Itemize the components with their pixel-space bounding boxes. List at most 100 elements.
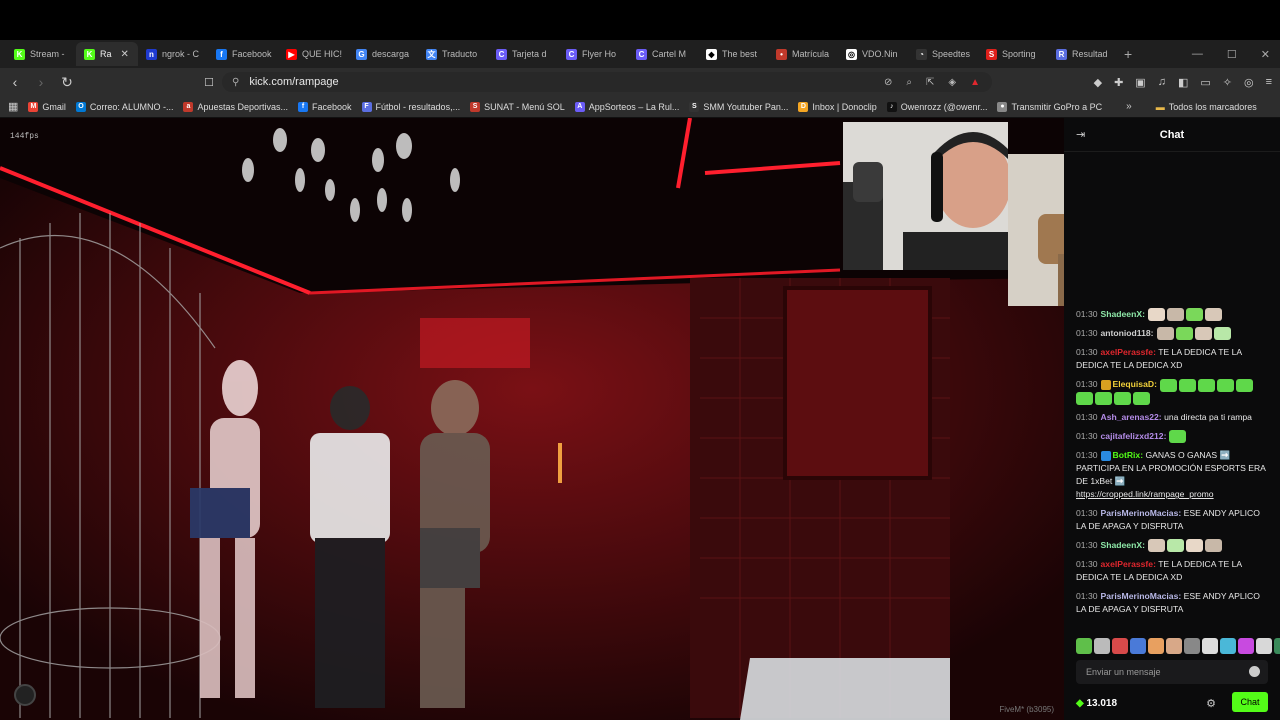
chat-message: 01:30 cajitafelizxd212: [1076, 430, 1270, 444]
webcam-streamer [843, 122, 1008, 270]
message-username[interactable]: ShadeenX: [1101, 540, 1145, 550]
message-username[interactable]: ParisMerinoMacias: [1101, 508, 1182, 518]
bookmark-item[interactable]: ♪ Owenrozz (@owenr... [886, 101, 988, 112]
url-field[interactable]: ⚲ kick.com/rampage ⊘ ⌕ ⇱ ◈ ▲ [222, 72, 992, 92]
tab-6[interactable]: 文 Traducto [418, 42, 488, 66]
tab-9[interactable]: C Cartel M [628, 42, 698, 66]
bookmark-item[interactable]: O Correo: ALUMNO -... [75, 101, 173, 112]
new-tab-icon[interactable]: + [1124, 46, 1132, 62]
message-username[interactable]: cajitafelizxd212: [1101, 431, 1167, 441]
bookmark-icon[interactable]: ☐ [198, 76, 220, 89]
message-link[interactable]: https://cropped.link/rampage_promo [1076, 489, 1214, 499]
quick-emote-icon[interactable] [1238, 638, 1254, 654]
close-window-icon[interactable]: ✕ [1261, 48, 1270, 61]
quick-emote-icon[interactable] [1076, 638, 1092, 654]
chat-footer: ◆ 13.018 ⚙ Chat [1076, 692, 1268, 714]
apps-grid-icon[interactable]: ▦ [8, 100, 18, 113]
tab-14[interactable]: S Sporting [978, 42, 1048, 66]
tab-label: VDO.Nin [862, 49, 898, 59]
leo-icon[interactable]: ✧ [1223, 76, 1232, 89]
tab-0[interactable]: K Stream - [6, 42, 76, 66]
tab-15[interactable]: R Resultad [1048, 42, 1118, 66]
quick-emote-icon[interactable] [1220, 638, 1236, 654]
bookmark-item[interactable]: ● Transmitir GoPro a PC [997, 101, 1102, 112]
tab-4[interactable]: ▶ QUE HIC! [278, 42, 348, 66]
extension-diamond-icon[interactable]: ◆ [1094, 76, 1102, 89]
message-username[interactable]: axelPerassfe: [1101, 347, 1156, 357]
emoji-picker-icon[interactable] [1249, 666, 1260, 677]
send-chat-button[interactable]: Chat [1232, 692, 1268, 712]
bookmark-item[interactable]: D Inbox | Donoclip [798, 101, 877, 112]
bookmark-item[interactable]: F Fútbol - resultados,... [361, 101, 460, 112]
bookmark-item[interactable]: M Gmail [28, 101, 66, 112]
site-info-icon[interactable]: ⚲ [232, 77, 239, 88]
menu-icon[interactable]: ≡ [1266, 76, 1272, 88]
wallet-icon[interactable]: ▭ [1200, 76, 1210, 89]
all-bookmarks-folder[interactable]: ▬ Todos los marcadores [1156, 102, 1257, 112]
tab-12[interactable]: ◎ VDO.Nin [838, 42, 908, 66]
tab-favicon-icon: R [1056, 48, 1067, 60]
more-bookmarks-icon[interactable]: » [1126, 101, 1132, 112]
quick-emote-icon[interactable] [1184, 638, 1200, 654]
tab-2[interactable]: n ngrok - C [138, 42, 208, 66]
bookmark-label: Owenrozz (@owenr... [900, 101, 988, 112]
bookmark-item[interactable]: A AppSorteos – La Rul... [574, 101, 679, 112]
brave-rewards-icon[interactable]: ▲ [970, 77, 980, 88]
emote-bar [1076, 638, 1280, 654]
emote-icon [1166, 308, 1184, 322]
collapse-chat-icon[interactable]: ⇥ [1076, 128, 1085, 141]
message-username[interactable]: axelPerassfe: [1101, 559, 1156, 569]
quick-emote-icon[interactable] [1274, 638, 1280, 654]
back-icon[interactable]: ‹ [4, 74, 26, 90]
quick-emote-icon[interactable] [1130, 638, 1146, 654]
message-username[interactable]: ShadeenX: [1101, 309, 1145, 319]
tab-8[interactable]: C Flyer Ho [558, 42, 628, 66]
minimize-icon[interactable]: — [1192, 48, 1203, 60]
maximize-icon[interactable]: ☐ [1227, 48, 1237, 61]
tab-1[interactable]: K Ra ✕ [76, 42, 138, 66]
message-username[interactable]: ElequisaD: [1113, 379, 1157, 389]
message-username[interactable]: antoniod118: [1101, 328, 1154, 338]
tab-11[interactable]: • Matrícula [768, 42, 838, 66]
bookmark-label: SUNAT - Menú SOL [484, 101, 565, 112]
quick-emote-icon[interactable] [1094, 638, 1110, 654]
quick-emote-icon[interactable] [1166, 638, 1182, 654]
channel-points[interactable]: ◆ 13.018 [1076, 698, 1117, 709]
tab-10[interactable]: ◆ The best [698, 42, 768, 66]
mute-icon[interactable]: ⊘ [884, 77, 892, 88]
message-username[interactable]: Ash_arenas22: [1101, 412, 1162, 422]
bookmark-item[interactable]: S SUNAT - Menú SOL [470, 101, 565, 112]
brave-shield-icon[interactable]: ◈ [948, 77, 956, 88]
tab-3[interactable]: f Facebook [208, 42, 278, 66]
zoom-icon[interactable]: ⌕ [906, 77, 912, 88]
tab-7[interactable]: C Tarjeta d [488, 42, 558, 66]
extension-box-icon[interactable]: ▣ [1135, 76, 1145, 89]
tab-13[interactable]: ◔ Speedtes [908, 42, 978, 66]
message-username[interactable]: BotRix: [1113, 450, 1144, 460]
bookmark-item[interactable]: S SMM Youtuber Pan... [689, 101, 788, 112]
bookmark-item[interactable]: f Facebook [298, 101, 352, 112]
message-time: 01:30 [1076, 379, 1098, 390]
quick-emote-icon[interactable] [1112, 638, 1128, 654]
quick-emote-icon[interactable] [1148, 638, 1164, 654]
bookmark-item[interactable]: a Apuestas Deportivas... [183, 101, 288, 112]
tab-5[interactable]: Gdescarga [348, 42, 418, 66]
tab-label: Speedtes [932, 49, 971, 59]
quick-emote-icon[interactable] [1202, 638, 1218, 654]
chat-input[interactable]: Enviar un mensaje [1076, 660, 1268, 684]
bookmark-favicon-icon: ● [997, 101, 1008, 112]
share-icon[interactable]: ⇱ [926, 77, 934, 88]
chat-input-placeholder: Enviar un mensaje [1086, 667, 1161, 677]
message-username[interactable]: ParisMerinoMacias: [1101, 591, 1182, 601]
chat-settings-icon[interactable]: ⚙ [1206, 697, 1216, 710]
quick-emote-icon[interactable] [1256, 638, 1272, 654]
extensions-icon[interactable]: ✚ [1114, 76, 1123, 89]
tab-favicon-icon: f [216, 48, 227, 60]
vpn-icon[interactable]: ◎ [1244, 76, 1254, 89]
media-icon[interactable]: ♫ [1158, 76, 1166, 88]
sidebar-icon[interactable]: ◧ [1178, 76, 1188, 89]
close-tab-icon[interactable]: ✕ [121, 49, 129, 60]
forward-icon[interactable]: › [30, 74, 52, 90]
reload-icon[interactable]: ↻ [56, 74, 78, 91]
message-text: una directa pa ti rampa [1164, 411, 1252, 422]
